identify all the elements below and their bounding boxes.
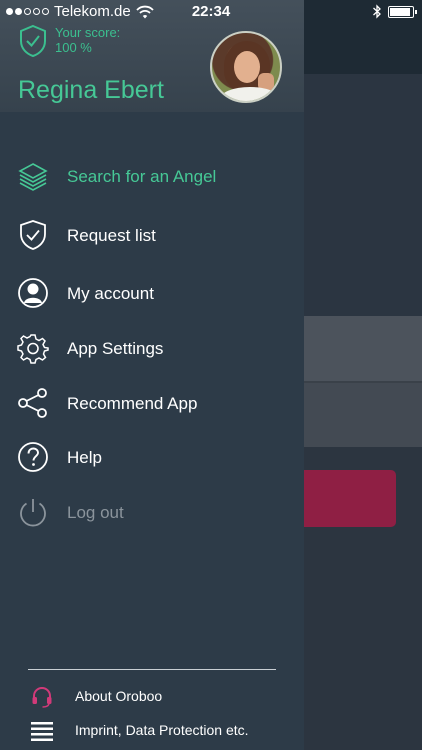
status-bar: Telekom.de 22:34 — [0, 0, 422, 24]
navigation-drawer: Your score: 100 % Regina Ebert Search fo… — [0, 0, 304, 750]
share-icon — [18, 388, 47, 418]
score-value: 100 % — [55, 40, 92, 55]
footer-item-imprint[interactable]: Imprint, Data Protection etc. — [0, 713, 304, 747]
headset-icon — [32, 687, 52, 708]
menu-item-my-account[interactable]: My account — [0, 265, 304, 321]
menu-item-label: App Settings — [67, 339, 164, 358]
bluetooth-icon — [373, 4, 381, 19]
help-icon — [18, 442, 48, 472]
footer-item-label: Imprint, Data Protection etc. — [75, 722, 249, 738]
layers-icon — [18, 163, 48, 191]
menu-item-label: Log out — [67, 503, 124, 522]
footer-divider — [28, 669, 276, 670]
menu-item-label: Recommend App — [67, 394, 198, 413]
lines-icon — [31, 722, 53, 741]
menu-item-search-angel[interactable]: Search for an Angel — [0, 148, 304, 204]
menu-item-recommend-app[interactable]: Recommend App — [0, 375, 304, 431]
footer-item-about[interactable]: About Oroboo — [0, 679, 304, 713]
user-icon — [18, 278, 48, 308]
shield-check-icon — [20, 220, 46, 250]
status-time: 22:34 — [191, 3, 231, 20]
menu-item-request-list[interactable]: Request list — [0, 207, 304, 263]
menu-item-label: Help — [67, 448, 102, 467]
user-name: Regina Ebert — [18, 76, 164, 104]
avatar[interactable] — [210, 31, 282, 103]
gear-icon — [17, 334, 49, 364]
menu-item-label: Search for an Angel — [67, 167, 217, 186]
menu-item-label: My account — [67, 284, 154, 303]
power-icon — [20, 499, 46, 527]
menu-item-label: Request list — [67, 226, 156, 245]
battery-icon — [388, 5, 417, 18]
menu-item-help[interactable]: Help — [0, 429, 304, 485]
footer-item-label: About Oroboo — [75, 688, 163, 704]
menu-item-log-out[interactable]: Log out — [0, 484, 304, 540]
menu-item-app-settings[interactable]: App Settings — [0, 320, 304, 376]
score-shield-icon — [20, 24, 46, 58]
score-label: Your score: — [55, 25, 121, 40]
